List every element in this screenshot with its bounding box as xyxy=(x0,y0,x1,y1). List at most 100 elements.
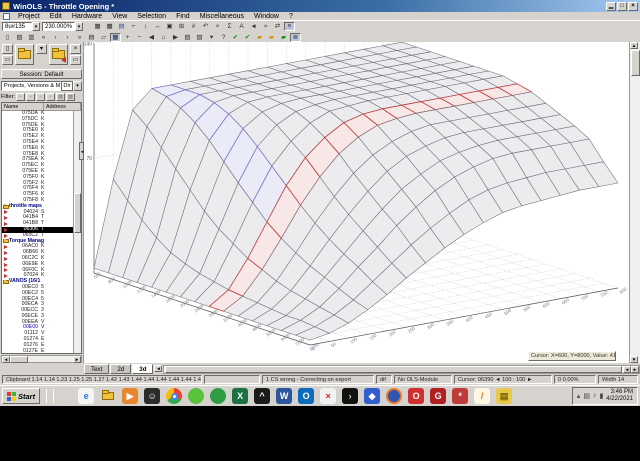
value-format-spinner[interactable]: ▾ xyxy=(32,22,40,31)
power-icon[interactable]: ▮ xyxy=(599,392,603,400)
cut-button[interactable]: × xyxy=(212,22,223,31)
taskbar-clock[interactable]: 3:46 PM 4/22/2021 xyxy=(606,389,633,403)
first-map-button[interactable]: « xyxy=(38,33,49,42)
value-format-combo[interactable]: 8u#135 ▾ xyxy=(2,22,40,31)
open-project-button[interactable] xyxy=(15,44,34,65)
filter-button-1[interactable]: ▫ xyxy=(15,92,25,101)
zoom-out-button[interactable]: − xyxy=(134,33,145,42)
tab-2d[interactable]: 2d xyxy=(110,364,132,374)
zoom-spinner[interactable]: ▾ xyxy=(75,22,84,31)
paw-app-icon[interactable]: * xyxy=(452,388,469,404)
tree-mode-combo[interactable]: Projects, Versions & Maps Dir ▾ xyxy=(1,80,82,91)
column-address[interactable]: Address xyxy=(44,103,81,110)
import-file-button[interactable] xyxy=(49,44,68,65)
gforce-icon[interactable]: G xyxy=(430,388,447,404)
selection-corner-button[interactable]: ⌐ xyxy=(128,22,139,31)
selection-row-button[interactable]: ↔ xyxy=(152,22,163,31)
map-3d-view[interactable]: 600 800 1000 1200 1400 1600 2000 2400 2800 3200 40… xyxy=(84,42,629,363)
triangle-button[interactable]: ◄ xyxy=(248,22,259,31)
sidebar-hscroll-right-icon[interactable]: ► xyxy=(73,355,81,363)
zoom-in-button[interactable]: + xyxy=(122,33,133,42)
sigma-button[interactable]: Σ xyxy=(224,22,235,31)
open-map-button[interactable]: ▨ xyxy=(14,33,25,42)
chart-hscroll-left-icon[interactable]: ◄ xyxy=(623,366,631,373)
forward-button[interactable]: ▶ xyxy=(170,33,181,42)
chrome-icon[interactable] xyxy=(166,388,183,404)
next-map-button[interactable]: › xyxy=(62,33,73,42)
messenger-icon[interactable]: ☺ xyxy=(144,388,161,404)
excel-icon[interactable]: X xyxy=(232,388,249,404)
filter-button-3[interactable]: ▫ xyxy=(35,92,45,101)
surface-plot[interactable]: 600800 1000 1200 1400 1600 2000 2400 2800 3200 40… xyxy=(84,42,629,363)
windows-3d-button[interactable]: ▦ xyxy=(104,22,115,31)
volume-icon[interactable]: ♪ xyxy=(593,392,597,400)
chart-hscroll-right-icon[interactable]: ► xyxy=(631,366,639,373)
undo-button[interactable]: ↶ xyxy=(200,22,211,31)
filter-button-4[interactable]: ▫ xyxy=(45,92,55,101)
sidebar-horizontal-scrollbar[interactable]: ◄ ► xyxy=(1,355,82,363)
maps-a-button[interactable]: ▧ xyxy=(182,33,193,42)
check-export-button[interactable]: ✔ xyxy=(242,33,253,42)
minimize-button[interactable]: ▁ xyxy=(606,1,616,11)
prev-map-button[interactable]: ‹ xyxy=(50,33,61,42)
column-name[interactable]: Name xyxy=(2,103,44,110)
filter-button-5[interactable]: ▨ xyxy=(55,92,65,101)
open-project-menu-button[interactable]: ▾ xyxy=(36,44,47,54)
maps-b-button[interactable]: ▨ xyxy=(194,33,205,42)
menu-miscellaneous[interactable]: Miscellaneous xyxy=(195,12,249,21)
show-hidden-icon[interactable]: ▴ xyxy=(577,392,581,400)
save-version-button[interactable]: ▭ xyxy=(2,55,13,65)
menu-find[interactable]: Find xyxy=(171,12,195,21)
firefox-icon[interactable] xyxy=(386,388,403,404)
explorer-folder-icon[interactable] xyxy=(100,388,116,404)
outlook-icon[interactable]: O xyxy=(298,388,315,404)
export-button[interactable]: ▭ xyxy=(70,55,81,65)
chart-vscroll-thumb[interactable] xyxy=(630,50,640,76)
folder-a-button[interactable]: ▰ xyxy=(254,33,265,42)
green-app-icon[interactable] xyxy=(188,388,205,404)
swap-axes-button[interactable]: ⇄ xyxy=(272,22,283,31)
tab-text[interactable]: Text xyxy=(84,364,110,374)
sidebar-hscroll-thumb[interactable] xyxy=(10,355,28,363)
internet-explorer-icon[interactable]: e xyxy=(78,388,95,404)
tab-3d[interactable]: 3d xyxy=(132,364,154,374)
help-button[interactable]: ? xyxy=(218,33,229,42)
wrench-icon[interactable]: / xyxy=(474,388,491,404)
wave-button[interactable]: ≈ xyxy=(260,22,271,31)
filter-button-6[interactable]: ▨ xyxy=(65,92,75,101)
maximize-button[interactable]: □ xyxy=(617,1,627,11)
close-button[interactable]: × xyxy=(628,1,638,11)
menu-selection[interactable]: Selection xyxy=(132,12,171,21)
menu-window[interactable]: Window xyxy=(249,12,284,21)
tree-combo-arrow-icon[interactable]: ▾ xyxy=(73,80,82,91)
chart-hscroll-thumb[interactable] xyxy=(165,366,622,373)
opera-icon[interactable]: O xyxy=(408,388,425,404)
delete-button[interactable]: × xyxy=(70,44,81,54)
word-icon[interactable]: W xyxy=(276,388,293,404)
grid-button[interactable]: ⊞ xyxy=(176,22,187,31)
red-x-app-icon[interactable]: × xyxy=(320,388,337,404)
filter-button-2[interactable]: ▫ xyxy=(25,92,35,101)
sidebar-vscroll-thumb[interactable] xyxy=(74,193,81,234)
folder-b-button[interactable]: ▰ xyxy=(266,33,277,42)
chart-vscroll-up-icon[interactable]: ▲ xyxy=(630,42,638,49)
menu-help[interactable]: ? xyxy=(284,12,298,21)
child-window-icon[interactable] xyxy=(3,12,10,20)
tab-scroll-left-icon[interactable]: ◄ xyxy=(154,365,163,372)
list-mode-button[interactable]: ≣ xyxy=(290,32,301,42)
menu-project[interactable]: Project xyxy=(13,12,45,21)
view-3d-button[interactable]: ▦ xyxy=(110,32,121,42)
chart-vertical-scrollbar[interactable]: ▲ ▼ xyxy=(629,42,640,363)
whatsapp-icon[interactable] xyxy=(210,388,227,404)
menu-view[interactable]: View xyxy=(107,12,132,21)
blue-app-icon[interactable]: ◆ xyxy=(364,388,381,404)
view-2d-button[interactable]: ▱ xyxy=(98,33,109,42)
selection-column-button[interactable]: ↕ xyxy=(140,22,151,31)
font-button[interactable]: A xyxy=(236,22,247,31)
text-view-button[interactable]: ▤ xyxy=(86,33,97,42)
properties-button[interactable]: ▯ xyxy=(2,33,13,42)
close-map-button[interactable]: ▥ xyxy=(26,33,37,42)
dropdown-button[interactable]: ▾ xyxy=(206,33,217,42)
network-icon[interactable]: ▤ xyxy=(583,392,590,400)
sidebar-hscroll-left-icon[interactable]: ◄ xyxy=(2,355,10,363)
